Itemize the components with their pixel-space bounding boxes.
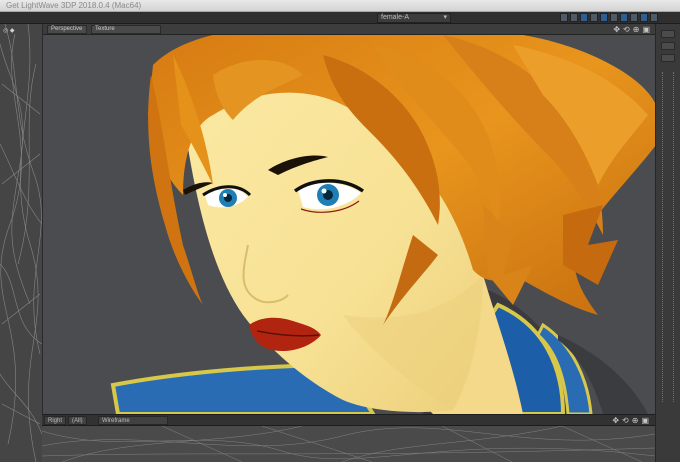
lower-shading-dropdown[interactable]: Wireframe <box>98 416 168 425</box>
current-object-label: female-A <box>381 14 410 21</box>
side-wireframe-viewport[interactable]: ◎ ◆ <box>0 24 42 462</box>
current-object-dropdown[interactable]: female-A ▾ <box>377 13 451 23</box>
view-mode-label: Perspective <box>51 26 83 32</box>
tool-button[interactable] <box>580 13 588 22</box>
panel-button[interactable] <box>661 54 675 62</box>
chevron-down-icon: ▾ <box>443 14 447 21</box>
viewport-header: Perspective Texture ✥ ⟲ ⊕ ▣ <box>43 24 655 35</box>
character-render <box>110 35 655 414</box>
view-mode-dropdown[interactable]: Perspective <box>47 25 87 34</box>
lower-viewport-nav-icons: ✥ ⟲ ⊕ ▣ <box>612 416 649 425</box>
rotate-icon[interactable]: ⟲ <box>623 25 630 34</box>
title-bar: Get LightWave 3DP 2018.0.4 (Mac64) <box>0 0 680 12</box>
lower-viewport-header: Right (All) Wireframe ✥ ⟲ ⊕ ▣ <box>42 414 655 426</box>
maximize-icon[interactable]: ▣ <box>642 25 650 34</box>
tool-button[interactable] <box>630 13 638 22</box>
maximize-icon[interactable]: ▣ <box>641 416 649 425</box>
right-side-panel <box>655 24 680 462</box>
tool-button[interactable] <box>610 13 618 22</box>
wireframe-render: ◎ ◆ <box>0 24 42 462</box>
tool-button[interactable] <box>600 13 608 22</box>
svg-text:◎ ◆: ◎ ◆ <box>3 28 15 34</box>
tool-button[interactable] <box>650 13 658 22</box>
tool-button[interactable] <box>560 13 568 22</box>
lightwave-window: Get LightWave 3DP 2018.0.4 (Mac64) femal… <box>0 0 680 462</box>
panel-track[interactable] <box>662 72 674 402</box>
panel-button[interactable] <box>661 30 675 38</box>
zoom-icon[interactable]: ⊕ <box>633 25 640 34</box>
move-icon[interactable]: ✥ <box>613 25 620 34</box>
tool-button[interactable] <box>590 13 598 22</box>
lower-view-mode-dropdown[interactable]: Right <box>44 416 67 425</box>
tool-button[interactable] <box>620 13 628 22</box>
toolbar-buttons <box>560 13 658 23</box>
shading-mode-label: Texture <box>95 26 115 32</box>
window-title: Get LightWave 3DP 2018.0.4 (Mac64) <box>6 1 142 10</box>
viewport-nav-icons: ✥ ⟲ ⊕ ▣ <box>613 25 650 34</box>
top-toolbar: female-A ▾ <box>0 12 680 24</box>
lower-wireframe-render <box>42 426 655 462</box>
lower-wireframe-viewport[interactable] <box>42 426 655 462</box>
tool-button[interactable] <box>570 13 578 22</box>
lower-view-option-dropdown[interactable]: (All) <box>68 416 87 425</box>
tool-button[interactable] <box>640 13 648 22</box>
zoom-icon[interactable]: ⊕ <box>632 416 639 425</box>
move-icon[interactable]: ✥ <box>612 416 619 425</box>
shading-mode-dropdown[interactable]: Texture <box>91 25 161 34</box>
perspective-viewport[interactable]: Perspective Texture ✥ ⟲ ⊕ ▣ <box>42 24 655 414</box>
panel-button[interactable] <box>661 42 675 50</box>
rotate-icon[interactable]: ⟲ <box>622 416 629 425</box>
